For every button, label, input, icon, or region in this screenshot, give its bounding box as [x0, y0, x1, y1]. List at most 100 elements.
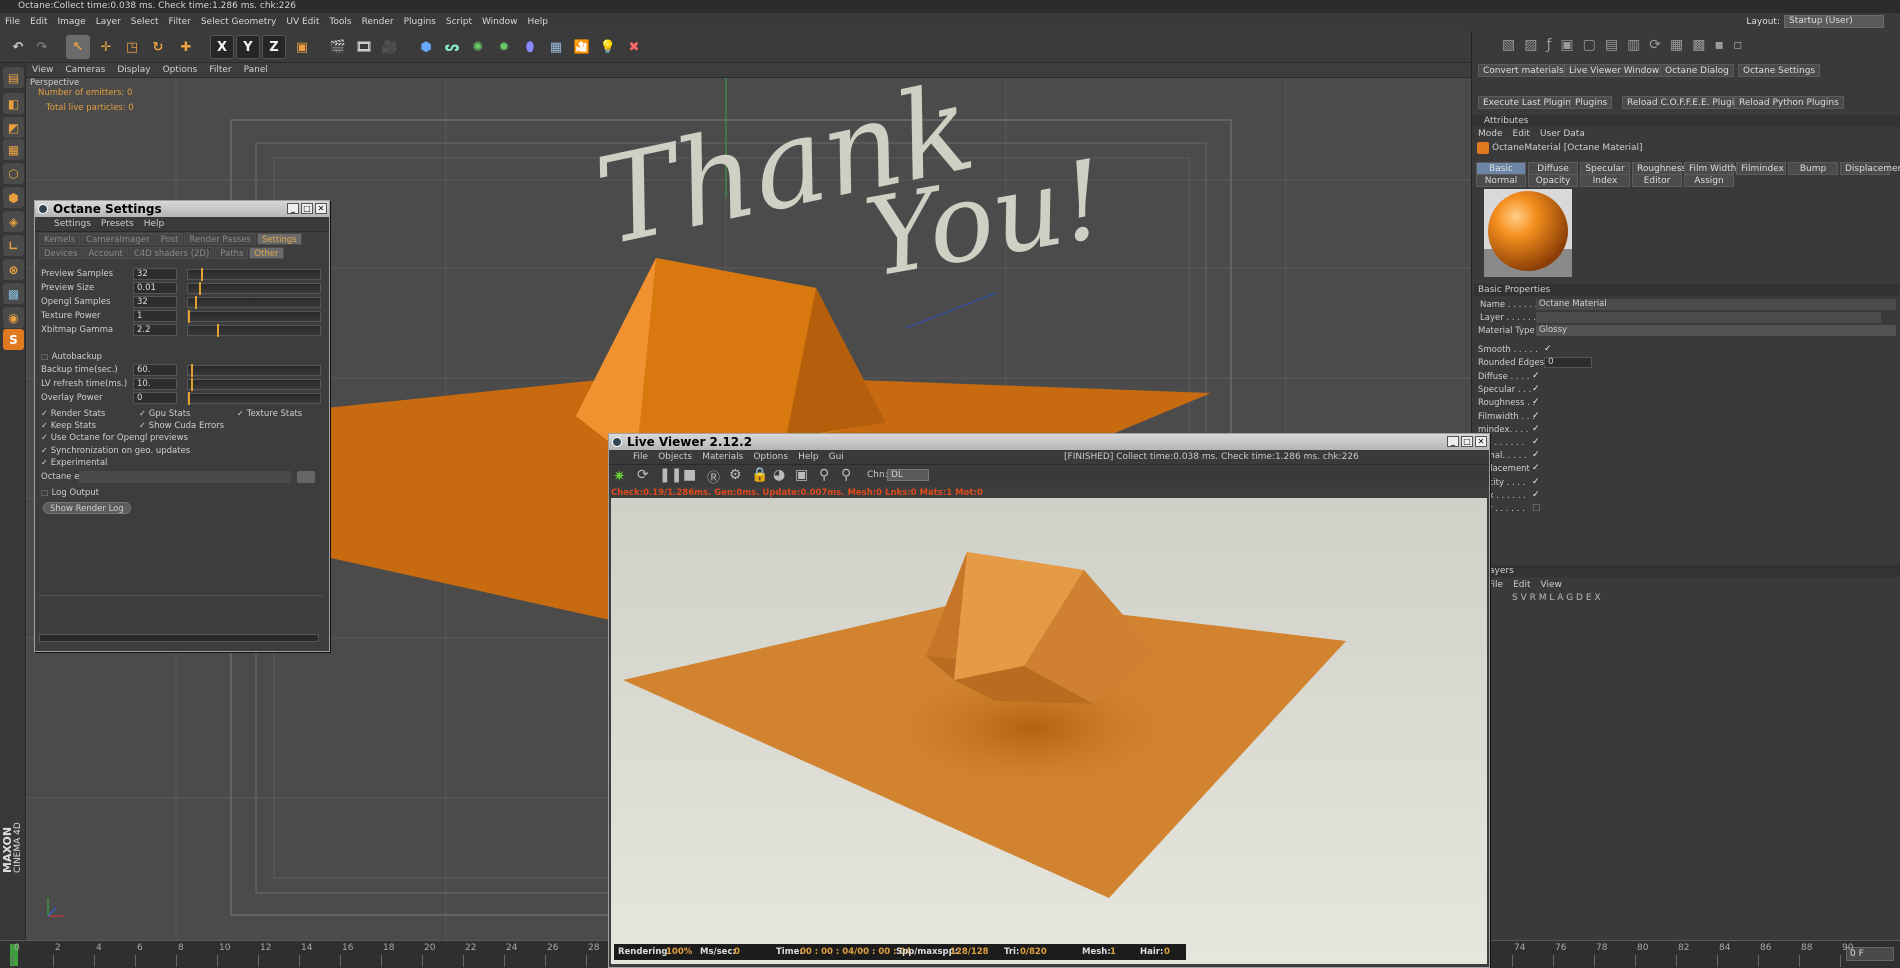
points-mode-icon[interactable]: ⬡: [3, 163, 24, 184]
menu-item-help[interactable]: Help: [522, 13, 553, 31]
channel-checkbox[interactable]: ✓: [1532, 450, 1540, 460]
r1-value-field[interactable]: 0.01: [133, 282, 177, 294]
viewport-menu-display[interactable]: Display: [111, 63, 156, 78]
maximize-icon[interactable]: □: [1461, 436, 1473, 447]
r1-slider[interactable]: [187, 310, 321, 323]
menu-item-render[interactable]: Render: [357, 13, 399, 31]
r1-slider[interactable]: [187, 296, 321, 309]
axis-mode-icon[interactable]: ∟: [3, 235, 24, 256]
chip-reload-python-plugins[interactable]: Reload Python Plugins: [1734, 96, 1844, 109]
r2-value-field[interactable]: 60.: [133, 364, 177, 376]
keep-stats-checkbox[interactable]: Keep Stats: [41, 421, 96, 431]
mat-tab-index[interactable]: Index: [1580, 174, 1630, 187]
attr-menu-mode[interactable]: Mode: [1478, 129, 1503, 139]
tab-post[interactable]: Post: [155, 233, 184, 245]
lv-menu-gui[interactable]: Gui: [824, 450, 849, 465]
camera-icon[interactable]: 🎦: [570, 35, 594, 59]
viewport-menu-panel[interactable]: Panel: [238, 63, 274, 78]
snap-icon[interactable]: ▩: [3, 283, 24, 304]
array-icon[interactable]: ✹: [492, 35, 516, 59]
tab-devices[interactable]: Devices: [39, 247, 83, 259]
undo-icon[interactable]: ↶: [6, 35, 30, 59]
mat-tab-editor[interactable]: Editor: [1632, 174, 1682, 187]
axis-z-button[interactable]: Z: [262, 35, 286, 59]
channel-checkbox[interactable]: ✓: [1532, 477, 1540, 487]
menu-item-tools[interactable]: Tools: [324, 13, 356, 31]
octane-icon[interactable]: ✖: [622, 35, 646, 59]
channel-dropdown[interactable]: DL: [887, 469, 929, 481]
octane-menu-settings[interactable]: Settings: [49, 217, 96, 232]
model-mode-icon[interactable]: ◧: [3, 93, 24, 114]
viewport-menu-options[interactable]: Options: [157, 63, 204, 78]
mat-tab-opacity[interactable]: Opacity: [1528, 174, 1578, 187]
show-cuda-errors-checkbox[interactable]: Show Cuda Errors: [139, 421, 224, 431]
r1-slider[interactable]: [187, 324, 321, 337]
mat-tab-assign[interactable]: Assign: [1684, 174, 1734, 187]
attr-menu-user-data[interactable]: User Data: [1540, 129, 1585, 139]
redo-icon[interactable]: ↷: [30, 35, 54, 59]
add-tool-icon[interactable]: ✚: [174, 35, 198, 59]
chip-convert-materials[interactable]: Convert materials: [1478, 64, 1569, 77]
channel-checkbox[interactable]: ✓: [1532, 371, 1540, 381]
start-render-icon[interactable]: ✷: [613, 467, 626, 485]
menu-item-select-geometry[interactable]: Select Geometry: [196, 13, 282, 31]
menu-item-uv-edit[interactable]: UV Edit: [281, 13, 324, 31]
edges-mode-icon[interactable]: ⬢: [3, 187, 24, 208]
tab-other[interactable]: Other: [249, 247, 284, 259]
close-icon[interactable]: ✕: [1475, 436, 1487, 447]
slider-knob[interactable]: [188, 310, 190, 323]
lock-icon[interactable]: 🔒: [751, 467, 768, 483]
r2-value-field[interactable]: 10.: [133, 378, 177, 390]
chip-plugins[interactable]: Plugins: [1570, 96, 1613, 109]
maximize-icon[interactable]: □: [301, 203, 313, 214]
menu-item-edit[interactable]: Edit: [25, 13, 52, 31]
r1-value-field[interactable]: 2.2: [133, 324, 177, 336]
menu-item-image[interactable]: Image: [53, 13, 91, 31]
gpu-stats-checkbox[interactable]: Gpu Stats: [139, 409, 191, 419]
viewport-menu-view[interactable]: View: [26, 63, 59, 78]
r1-value-field[interactable]: 32: [133, 296, 177, 308]
move-tool-icon[interactable]: ✛: [94, 35, 118, 59]
material-type-dropdown[interactable]: Glossy: [1536, 325, 1896, 336]
channel-checkbox[interactable]: ✓: [1532, 397, 1540, 407]
viewport-menu-filter[interactable]: Filter: [203, 63, 237, 78]
mat-tab-normal[interactable]: Normal: [1476, 174, 1526, 187]
chip-octane-settings[interactable]: Octane Settings: [1738, 64, 1821, 77]
viewport-menu-cameras[interactable]: Cameras: [59, 63, 111, 78]
live-viewer-titlebar[interactable]: Live Viewer 2.12.2 _ □ ✕: [609, 434, 1489, 450]
r1-slider[interactable]: [187, 268, 321, 281]
attr-menu-edit[interactable]: Edit: [1513, 129, 1530, 139]
octane-settings-titlebar[interactable]: Octane Settings _ □ ✕: [35, 201, 329, 217]
tab-paths[interactable]: Paths: [215, 247, 249, 259]
stop-icon[interactable]: ■: [683, 467, 696, 483]
light-icon[interactable]: 💡: [596, 35, 620, 59]
channel-checkbox[interactable]: ✓: [1532, 411, 1540, 421]
experimental-checkbox[interactable]: Experimental: [41, 458, 108, 468]
layers-menu-edit[interactable]: Edit: [1513, 580, 1530, 590]
channel-checkbox[interactable]: □: [1532, 503, 1541, 513]
settings-icon[interactable]: ⚙: [729, 467, 742, 483]
r2-slider[interactable]: [187, 364, 321, 377]
channel-checkbox[interactable]: ✓: [1532, 384, 1540, 394]
chip-octane-dialog[interactable]: Octane Dialog: [1660, 64, 1734, 77]
rounded-edges-field[interactable]: 0: [1544, 357, 1592, 368]
make-editable-icon[interactable]: ▤: [3, 67, 24, 88]
mat-tab-bump[interactable]: Bump: [1788, 162, 1838, 175]
lv-menu-options[interactable]: Options: [748, 450, 793, 465]
mat-tab-displacement[interactable]: Displacement: [1840, 162, 1900, 175]
pause-icon[interactable]: ❚❚: [659, 467, 682, 483]
lv-menu-help[interactable]: Help: [793, 450, 824, 465]
render-tools-icons[interactable]: ▧▨ƒ▣▢▤▥⟳▦▩▪▫: [1502, 37, 1900, 59]
slider-knob[interactable]: [188, 392, 190, 405]
spline-icon[interactable]: ᔕ: [440, 35, 464, 59]
mat-tab-filmindex[interactable]: Filmindex: [1736, 162, 1786, 175]
octane-menu-presets[interactable]: Presets: [96, 217, 139, 232]
slider-knob[interactable]: [190, 364, 193, 377]
texture-stats-checkbox[interactable]: Texture Stats: [237, 409, 303, 419]
show-render-log-button[interactable]: Show Render Log: [43, 502, 131, 514]
layers-menu-file[interactable]: File: [1488, 580, 1503, 590]
restart-icon[interactable]: ⟳: [637, 467, 649, 483]
render-stats-checkbox[interactable]: Render Stats: [41, 409, 106, 419]
octane-exe-field[interactable]: [79, 471, 291, 483]
layer-field[interactable]: [1536, 312, 1881, 323]
